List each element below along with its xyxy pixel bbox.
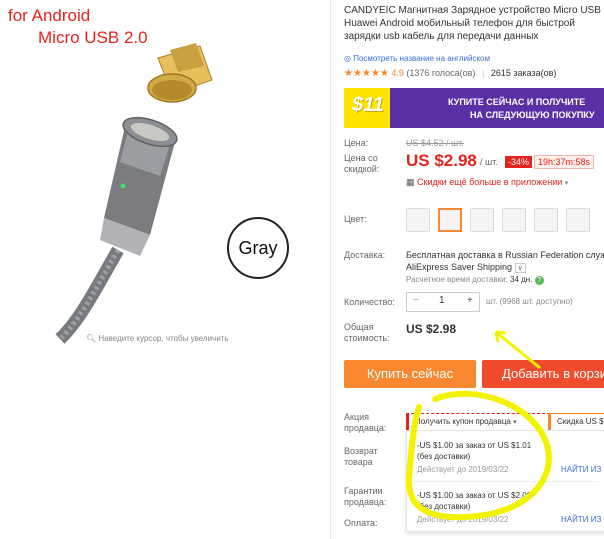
zoom-hint-text: Наведите курсор, чтобы увеличить [98,334,229,343]
chevron-down-icon: ▾ [564,180,569,187]
discount-badge: -34% [505,156,533,168]
price-unit: / шт. [480,157,498,167]
globe-icon: ◎ [344,54,351,63]
color-label: Цвет: [344,214,367,224]
order-count: 2615 заказа(ов) [490,68,557,78]
rating-stars-icon: ★★★★★ [344,68,389,79]
zoom-hint: 🔍︎ Наведите курсор, чтобы увеличить [86,334,229,343]
separator: | [481,68,485,78]
review-count[interactable]: (1376 голоса(ов) [406,68,475,78]
panel-divider [330,0,331,539]
product-image-panel[interactable]: for Android Micro USB 2.0 Gray 🔍︎ Наведи… [0,0,330,539]
micro-usb-tip [147,43,213,103]
quantity-available: шт. (9968 шт. доступно) [486,297,573,306]
delivery-eta: Расчетное время доставки: 34 дн. ? [406,275,544,285]
product-photo [55,43,289,344]
quantity-label: Количество: [344,297,395,307]
annotation-arrow [494,330,541,370]
quantity-stepper[interactable]: − 1 + [406,292,480,312]
help-icon[interactable]: ? [534,276,544,285]
promo-line-2: НА СЛЕДУЮЩУЮ ПОКУПКУ [470,110,595,120]
annotation-highlight [405,390,552,521]
magnifier-icon: 🔍︎ [86,334,97,343]
shipping-label: Доставка: [344,250,386,260]
badge-line-1: for Android [8,6,91,25]
seller-promo-label: Акция продавца: [344,412,387,433]
buy-now-button[interactable]: Купить сейчас [344,360,476,388]
new-price: US $2.98 [406,151,477,170]
returns-label: Возврат товара [344,446,378,467]
rating-value: 4.9 [391,68,404,78]
color-swatch-3[interactable] [470,208,494,232]
badge-line-2: Micro USB 2.0 [38,28,148,47]
guarantees-label: Гарантии продавца: [344,486,387,507]
quantity-value[interactable]: 1 [439,295,445,306]
coupon-1-get-button[interactable]: НАЙТИ ИЗ [561,465,601,474]
total-label: Общая стоимость: [344,322,390,343]
translate-link-text: Посмотреть название на английском [353,54,490,63]
discount-price-label: Цена со скидкой: [344,153,380,174]
payment-label: Оплата: [344,518,378,528]
magnetic-connector [100,116,178,256]
shipping-line-1: Бесплатная доставка в Russian Federation… [406,250,604,260]
quantity-plus-button[interactable]: + [467,295,473,306]
countdown-timer: 19h:37m:58s [534,155,595,169]
promo-line-1: КУПИТЕ СЕЙЧАС И ПОЛУЧИТЕ [448,97,586,107]
color-swatch-2-selected[interactable] [438,208,462,232]
old-price: US $4.52 / шт. [406,138,464,148]
shipping-method-text: AliExpress Saver Shipping [406,262,513,272]
total-value: US $2.98 [406,322,457,336]
promo-banner[interactable]: $11 КУПИТЕ СЕЙЧАС И ПОЛУЧИТЕ НА СЛЕДУЮЩУ… [344,88,604,128]
qr-code-icon: ▦ [406,177,415,187]
color-swatch-5[interactable] [534,208,558,232]
price-label: Цена: [344,138,369,148]
app-deal-text: Скидки ещё больше в приложении [417,177,563,187]
eta-prefix: Расчетное время доставки: [406,275,508,284]
app-deal-link[interactable]: ▦ Скидки ещё больше в приложении ▾ [406,177,568,188]
braided-cable [55,246,124,344]
translate-title-link[interactable]: ◎ Посмотреть название на английском [344,54,490,63]
promo-amount: $11 [352,94,384,116]
quantity-minus-button[interactable]: − [413,295,419,306]
color-swatch-1[interactable] [406,208,430,232]
coupon-2-get-button[interactable]: НАЙТИ ИЗ [561,515,601,524]
color-circle-label: Gray [238,238,278,258]
product-title: CANDYEIC Магнитная Зарядное устройство M… [344,5,601,42]
color-swatch-6[interactable] [566,208,590,232]
shipping-method[interactable]: AliExpress Saver Shipping ∨ [406,262,526,273]
color-swatch-4[interactable] [502,208,526,232]
chevron-down-icon: ∨ [514,263,526,273]
rating-row: ★★★★★ 4.9 (1376 голоса(ов) | 2615 заказа… [344,68,556,79]
eta-value: 34 дн. [510,275,533,284]
